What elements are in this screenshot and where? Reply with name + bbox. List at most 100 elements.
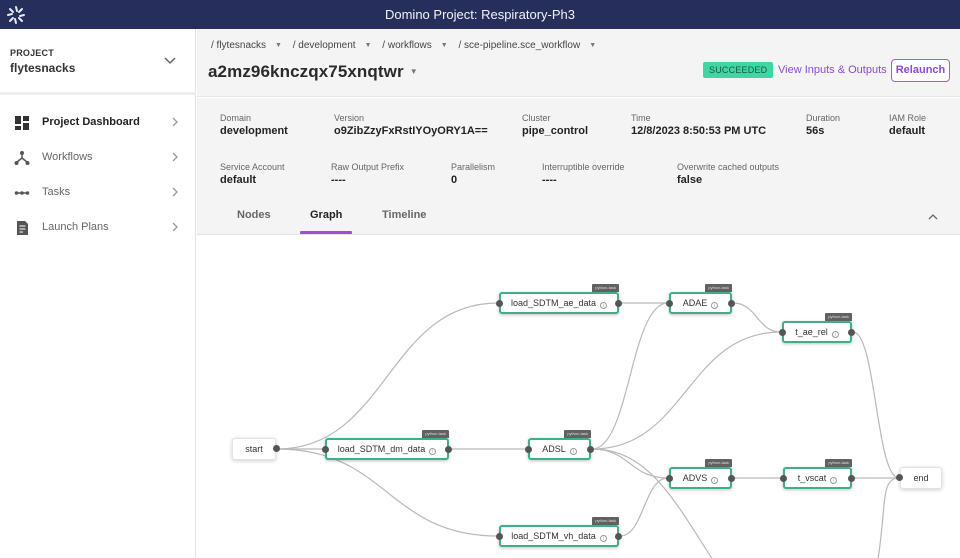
execution-header: / flytesnacks ▼ / development ▼ / workflow… <box>197 29 960 97</box>
project-label: PROJECT <box>10 48 54 58</box>
output-port <box>728 300 735 307</box>
tab-nodes[interactable]: Nodes <box>237 209 271 221</box>
input-port <box>496 300 503 307</box>
caret-down-icon[interactable]: ▼ <box>275 42 282 49</box>
info-icon[interactable]: i <box>569 447 577 455</box>
relaunch-button[interactable]: Relaunch <box>891 59 950 82</box>
detail-overwrite-cached-outputs: Overwrite cached outputs false <box>677 162 780 186</box>
graph-edge-start-to-load_vh <box>276 448 499 537</box>
output-port <box>848 329 855 336</box>
input-port <box>779 329 786 336</box>
output-port <box>615 533 622 540</box>
sidebar-item-tasks[interactable]: Tasks <box>0 175 196 210</box>
execution-id-title[interactable]: a2mz96knczqx75xnqtwr ▼ <box>208 62 418 82</box>
sidebar-item-label: Project Dashboard <box>42 116 140 128</box>
sidebar-item-workflows[interactable]: Workflows <box>0 140 196 175</box>
output-port <box>587 446 594 453</box>
graph-node-t-ae-rel[interactable]: python-task t_ae_rel i <box>779 313 855 343</box>
caret-down-icon[interactable]: ▼ <box>441 42 448 49</box>
detail-cluster: Cluster pipe_control <box>522 113 589 137</box>
graph-node-load-sdtm-vh-data[interactable]: python-task load_SDTM_vh_data i <box>496 517 622 547</box>
sidebar-item-label: Workflows <box>42 151 93 163</box>
detail-duration: Duration 56s <box>806 113 841 137</box>
detail-raw-output-prefix: Raw Output Prefix ---- <box>331 162 405 186</box>
workflow-icon <box>14 151 30 165</box>
breadcrumb-workflow[interactable]: / sce-pipeline.sce_workflow ▼ <box>458 40 596 51</box>
task-type-tag: python-task <box>422 430 449 438</box>
task-type-tag: python-task <box>705 459 732 467</box>
sidebar: PROJECT flytesnacks Project Dashboard Wo… <box>0 29 196 558</box>
graph-edge-adae-to-t_ae_rel <box>732 302 782 333</box>
active-tab-indicator <box>300 231 352 234</box>
task-type-tag: python-task <box>705 284 732 292</box>
output-port <box>615 300 622 307</box>
info-icon[interactable]: i <box>830 476 838 484</box>
view-inputs-outputs-link[interactable]: View Inputs & Outputs <box>778 64 887 76</box>
app-title: Domino Project: Respiratory-Ph3 <box>384 7 576 22</box>
chevron-down-icon[interactable] <box>163 53 177 67</box>
input-port <box>666 475 673 482</box>
output-port <box>273 445 280 452</box>
input-port <box>666 300 673 307</box>
chevron-right-icon <box>172 152 178 162</box>
workflow-graph[interactable]: start python-task load_SDTM_dm_data i pyt… <box>197 236 960 558</box>
task-type-tag: python-task <box>825 459 852 467</box>
sidebar-item-label: Launch Plans <box>42 221 109 233</box>
sidebar-item-launch-plans[interactable]: Launch Plans <box>0 210 196 245</box>
sidebar-item-project-dashboard[interactable]: Project Dashboard <box>0 105 196 140</box>
task-type-tag: python-task <box>825 313 852 321</box>
breadcrumb-section[interactable]: / workflows ▼ <box>382 40 447 51</box>
sidebar-nav: Project Dashboard Workflows Tasks Launch… <box>0 105 196 245</box>
detail-iam-role: IAM Role default <box>889 113 927 137</box>
graph-node-adae[interactable]: python-task ADAE i <box>666 284 735 314</box>
chevron-right-icon <box>172 222 178 232</box>
tab-timeline[interactable]: Timeline <box>382 209 426 221</box>
output-port <box>848 475 855 482</box>
graph-node-adsl[interactable]: python-task ADSL i <box>525 430 594 460</box>
sidebar-item-label: Tasks <box>42 186 71 198</box>
output-port <box>728 475 735 482</box>
info-icon[interactable]: i <box>599 534 607 542</box>
project-selector[interactable]: PROJECT flytesnacks <box>0 29 196 95</box>
breadcrumb-project[interactable]: / flytesnacks ▼ <box>211 40 282 51</box>
graph-edge-adsl-to-advs <box>591 448 669 479</box>
chevron-up-icon[interactable] <box>927 212 939 222</box>
breadcrumb: / flytesnacks ▼ / development ▼ / workflow… <box>211 40 604 51</box>
info-icon[interactable]: i <box>711 301 719 309</box>
info-icon[interactable]: i <box>831 330 839 338</box>
graph-edge-offscreen-1 <box>877 477 900 558</box>
caret-down-icon[interactable]: ▼ <box>589 42 596 49</box>
graph-edge-adsl-to-t_ae_rel <box>591 331 782 450</box>
output-port <box>445 446 452 453</box>
graph-node-end[interactable]: end <box>896 467 942 489</box>
task-type-tag: python-task <box>564 430 591 438</box>
detail-version: Version o9ZibZzyFxRstIYOyORY1A== <box>334 113 488 137</box>
breadcrumb-domain[interactable]: / development ▼ <box>293 40 372 51</box>
graph-node-advs[interactable]: python-task ADVS i <box>666 459 735 489</box>
info-icon[interactable]: i <box>429 447 437 455</box>
graph-edge-t_ae_rel-to-end <box>852 331 900 479</box>
caret-down-icon[interactable]: ▼ <box>410 67 418 76</box>
input-port <box>322 446 329 453</box>
caret-down-icon[interactable]: ▼ <box>365 42 372 49</box>
graph-edge-load_vh-to-advs <box>619 477 669 537</box>
info-icon[interactable]: i <box>711 476 719 484</box>
execution-details: Domain development Version o9ZibZzyFxRstIY… <box>197 98 960 235</box>
tab-graph[interactable]: Graph <box>310 209 342 221</box>
graph-edge-start-to-load_ae <box>276 302 499 450</box>
graph-node-t-vscat[interactable]: python-task t_vscat i <box>780 459 855 489</box>
detail-domain: Domain development <box>220 113 288 137</box>
graph-node-start[interactable]: start <box>232 438 280 460</box>
graph-node-load-sdtm-ae-data[interactable]: python-task load_SDTM_ae_data i <box>496 284 622 314</box>
info-icon[interactable]: i <box>600 301 608 309</box>
status-badge: SUCCEEDED <box>703 62 774 78</box>
graph-node-load-sdtm-dm-data[interactable]: python-task load_SDTM_dm_data i <box>322 430 452 460</box>
main-content: / flytesnacks ▼ / development ▼ / workflow… <box>197 29 960 558</box>
graph-edges <box>276 302 900 558</box>
dashboard-icon <box>15 116 29 130</box>
input-port <box>496 533 503 540</box>
chevron-right-icon <box>172 187 178 197</box>
task-type-tag: python-task <box>592 517 619 525</box>
tasks-icon <box>14 191 30 195</box>
input-port <box>525 446 532 453</box>
